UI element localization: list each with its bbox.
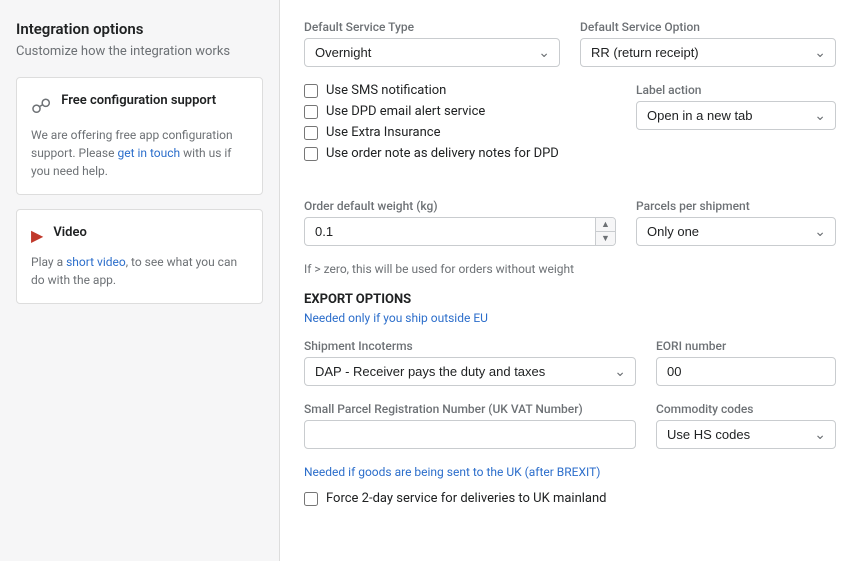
stepper-down-button[interactable]: ▼ (595, 232, 615, 245)
main-content: Default Service Type Overnight Next Day … (280, 0, 860, 561)
small-parcel-row: Small Parcel Registration Number (UK VAT… (304, 402, 836, 449)
checkboxes-section: Use SMS notification Use DPD email alert… (304, 83, 616, 167)
commodity-label: Commodity codes (656, 402, 836, 416)
incoterms-select[interactable]: DAP - Receiver pays the duty and taxes D… (304, 357, 636, 386)
order-weight-input[interactable] (304, 217, 616, 246)
eori-label: EORI number (656, 339, 836, 353)
config-get-in-touch-link[interactable]: get in touch (117, 146, 180, 160)
force-2day-row: Force 2-day service for deliveries to UK… (304, 491, 836, 506)
checkbox-insurance[interactable] (304, 126, 318, 140)
incoterms-wrapper: DAP - Receiver pays the duty and taxes D… (304, 357, 636, 386)
video-card: ▶ Video Play a short video, to see what … (16, 209, 263, 304)
checkboxes-label-row: Use SMS notification Use DPD email alert… (304, 83, 836, 183)
sidebar: Integration options Customize how the in… (0, 0, 280, 561)
default-service-option-select[interactable]: RR (return receipt) None AM PM (580, 38, 836, 67)
commodity-group: Commodity codes Use HS codes None (656, 402, 836, 449)
eori-group: EORI number (656, 339, 836, 386)
default-service-type-select[interactable]: Overnight Next Day Two Day Express (304, 38, 560, 67)
video-body-before: Play a (31, 255, 66, 269)
default-service-option-group: Default Service Option RR (return receip… (580, 20, 836, 67)
label-action-select[interactable]: Open in a new tab Download Print (636, 101, 836, 130)
default-service-option-wrapper: RR (return receipt) None AM PM (580, 38, 836, 67)
incoterms-label: Shipment Incoterms (304, 339, 636, 353)
config-card-title: Free configuration support (61, 92, 216, 110)
incoterms-eori-row: Shipment Incoterms DAP - Receiver pays t… (304, 339, 836, 386)
checkbox-insurance-label: Use Extra Insurance (326, 125, 441, 140)
weight-hint: If > zero, this will be used for orders … (304, 262, 836, 276)
video-short-link[interactable]: short video (66, 255, 126, 269)
parcels-select[interactable]: Only one Two Three Four (636, 217, 836, 246)
label-action-section: Label action Open in a new tab Download … (636, 83, 836, 183)
checkbox-force-2day-label: Force 2-day service for deliveries to UK… (326, 491, 607, 506)
config-icon: ☍ (31, 94, 51, 118)
small-parcel-group: Small Parcel Registration Number (UK VAT… (304, 402, 636, 449)
video-card-body: Play a short video, to see what you can … (31, 253, 248, 289)
small-parcel-label: Small Parcel Registration Number (UK VAT… (304, 402, 636, 416)
weight-parcels-row: Order default weight (kg) ▲ ▼ Parcels pe… (304, 199, 836, 246)
export-section-title: EXPORT OPTIONS (304, 292, 836, 307)
order-weight-input-wrapper: ▲ ▼ (304, 217, 616, 246)
checkbox-sms-row: Use SMS notification (304, 83, 616, 98)
stepper-up-button[interactable]: ▲ (595, 218, 615, 232)
stepper-buttons: ▲ ▼ (595, 218, 615, 245)
label-action-wrapper: Open in a new tab Download Print (636, 101, 836, 130)
parcels-wrapper: Only one Two Three Four (636, 217, 836, 246)
checkbox-email-label: Use DPD email alert service (326, 104, 485, 119)
export-section-subtitle: Needed only if you ship outside EU (304, 311, 836, 325)
checkbox-email-alert[interactable] (304, 105, 318, 119)
parcels-group: Parcels per shipment Only one Two Three … (636, 199, 836, 246)
commodity-wrapper: Use HS codes None (656, 420, 836, 449)
service-type-row: Default Service Type Overnight Next Day … (304, 20, 836, 67)
checkbox-order-note-label: Use order note as delivery notes for DPD (326, 146, 559, 161)
small-parcel-input[interactable] (304, 420, 636, 449)
default-service-type-wrapper: Overnight Next Day Two Day Express (304, 38, 560, 67)
checkbox-email-row: Use DPD email alert service (304, 104, 616, 119)
incoterms-group: Shipment Incoterms DAP - Receiver pays t… (304, 339, 636, 386)
checkbox-force-2day[interactable] (304, 492, 318, 506)
label-action-label: Label action (636, 83, 836, 97)
default-service-option-label: Default Service Option (580, 20, 836, 34)
config-card-body: We are offering free app configuration s… (31, 126, 248, 180)
eori-input[interactable] (656, 357, 836, 386)
checkbox-sms[interactable] (304, 84, 318, 98)
commodity-select[interactable]: Use HS codes None (656, 420, 836, 449)
video-card-title: Video (53, 224, 87, 242)
config-support-card: ☍ Free configuration support We are offe… (16, 77, 263, 195)
order-weight-group: Order default weight (kg) ▲ ▼ (304, 199, 616, 246)
parcels-label: Parcels per shipment (636, 199, 836, 213)
default-service-type-label: Default Service Type (304, 20, 560, 34)
checkbox-sms-label: Use SMS notification (326, 83, 446, 98)
sidebar-subtitle: Customize how the integration works (16, 44, 263, 59)
play-icon: ▶ (31, 226, 43, 245)
brexit-hint: Needed if goods are being sent to the UK… (304, 465, 836, 479)
default-service-type-group: Default Service Type Overnight Next Day … (304, 20, 560, 67)
checkbox-order-note[interactable] (304, 147, 318, 161)
checkbox-order-note-row: Use order note as delivery notes for DPD (304, 146, 616, 161)
order-weight-label: Order default weight (kg) (304, 199, 616, 213)
sidebar-title: Integration options (16, 20, 263, 38)
checkbox-insurance-row: Use Extra Insurance (304, 125, 616, 140)
